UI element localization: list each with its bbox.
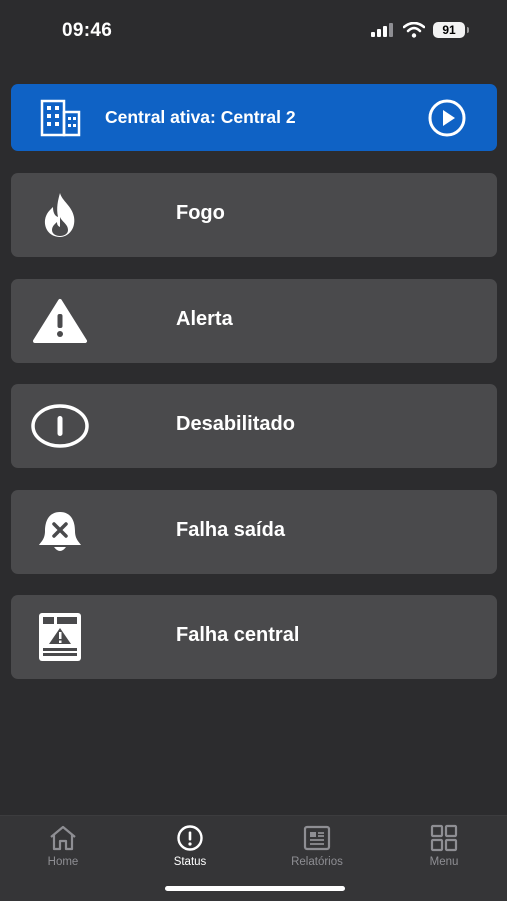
card-label: Falha central	[176, 624, 300, 646]
reports-icon	[303, 825, 331, 851]
signal-icon	[371, 23, 393, 37]
active-central-label: Central ativa: Central 2	[105, 107, 296, 127]
tab-home[interactable]: Home	[23, 824, 103, 868]
status-card-falha-saida[interactable]: Falha saída	[11, 490, 497, 574]
home-indicator[interactable]	[165, 886, 345, 891]
status-bar: 09:46 91	[0, 0, 507, 62]
status-icon	[177, 825, 203, 851]
tab-relatorios[interactable]: Relatórios	[277, 824, 357, 868]
status-card-falha-central[interactable]: Falha central	[11, 595, 497, 679]
status-card-fogo[interactable]: Fogo	[11, 173, 497, 257]
bell-x-icon	[31, 504, 89, 560]
fire-icon	[31, 187, 89, 243]
tab-status[interactable]: Status	[150, 824, 230, 868]
status-card-desabilitado[interactable]: Desabilitado	[11, 384, 497, 468]
home-icon	[50, 825, 76, 851]
card-label: Alerta	[176, 308, 233, 330]
battery-level: 91	[442, 23, 456, 37]
clock: 09:46	[62, 20, 113, 41]
tab-label: Relatórios	[291, 856, 343, 868]
tab-label: Home	[47, 856, 79, 868]
buildings-icon	[40, 99, 81, 137]
play-circle-icon[interactable]	[427, 98, 467, 138]
card-label: Fogo	[176, 202, 225, 224]
tab-label: Status	[173, 856, 207, 868]
status-icons: 91	[371, 22, 469, 38]
active-central-bar[interactable]: Central ativa: Central 2	[11, 84, 497, 151]
warning-icon	[31, 293, 89, 349]
panel-fault-icon	[31, 609, 89, 665]
grid-icon	[430, 824, 458, 852]
wifi-icon	[403, 22, 425, 38]
tab-label: Menu	[429, 856, 459, 868]
battery-icon: 91	[433, 22, 469, 38]
disabled-circle-icon	[31, 398, 89, 454]
tab-menu[interactable]: Menu	[404, 824, 484, 868]
status-card-alerta[interactable]: Alerta	[11, 279, 497, 363]
card-label: Falha saída	[176, 519, 285, 541]
card-label: Desabilitado	[176, 413, 295, 435]
